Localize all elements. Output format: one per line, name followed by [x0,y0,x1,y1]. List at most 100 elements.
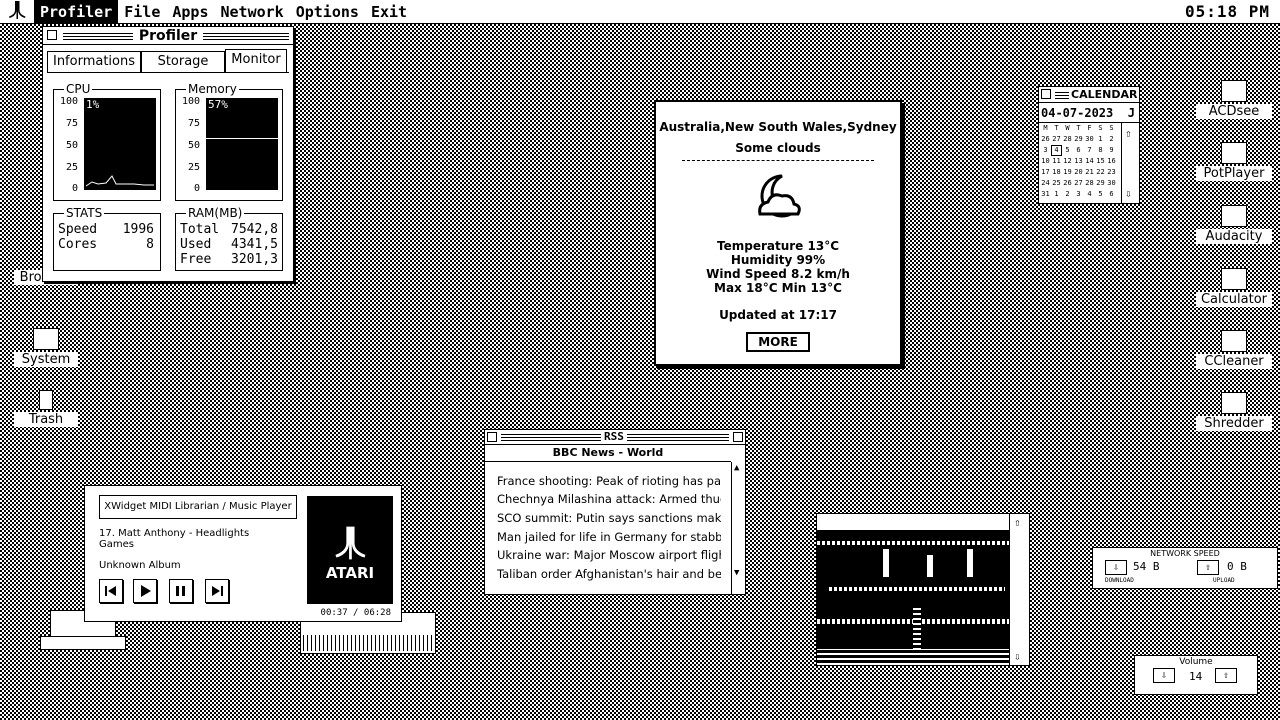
rss-item[interactable]: France shooting: Peak of rioting has pa.… [497,474,721,488]
calendar-day[interactable]: 7 [1084,145,1095,156]
rss-item[interactable]: Taliban order Afghanistan's hair and be.… [497,567,721,581]
calendar-day[interactable]: 24 [1040,178,1051,189]
game-titlebar[interactable] [817,514,1009,531]
axis-tick: 50 [65,140,78,151]
scroll-down-icon[interactable]: ▼ [734,568,739,578]
calendar-day[interactable]: 14 [1084,156,1095,167]
desktop-icon-label: Audacity [1196,229,1272,244]
rss-item[interactable]: Man jailed for life in Germany for stabb… [497,530,721,544]
calendar-day[interactable]: 15 [1095,156,1106,167]
maximize-icon[interactable] [733,432,743,442]
calendar-day[interactable]: 1 [1095,134,1106,145]
speed-value: 1996 [122,222,154,237]
desktop-icon-calculator[interactable]: Calculator [1196,268,1272,307]
play-button[interactable] [133,579,157,603]
calendar-day[interactable]: 30 [1084,134,1095,145]
calendar-day[interactable]: 1 [1051,189,1062,200]
calendar-day[interactable]: 19 [1062,167,1073,178]
rss-item[interactable]: SCO summit: Putin says sanctions makin..… [497,511,721,525]
calendar-day[interactable]: 26 [1062,178,1073,189]
tab-monitor[interactable]: Monitor [225,49,287,73]
calendar-day[interactable]: 16 [1106,156,1117,167]
calendar-day[interactable]: 5 [1095,189,1106,200]
prev-button[interactable] [99,579,123,603]
calendar-day[interactable]: 2 [1106,134,1117,145]
calendar-day[interactable]: 26 [1040,134,1051,145]
menu-options[interactable]: Options [290,0,365,24]
calendar-day[interactable]: 29 [1095,178,1106,189]
menu-file[interactable]: File [118,0,166,24]
weather-divider [682,160,874,161]
desktop-icon-system[interactable]: System [14,328,78,367]
calendar-day[interactable]: 4 [1051,145,1062,156]
game-scrollbar[interactable]: ⇧ ⇩ [1009,514,1029,665]
calendar-day[interactable]: 21 [1084,167,1095,178]
calendar-day[interactable]: 30 [1106,178,1117,189]
axis-tick: 25 [187,162,200,173]
calendar-day[interactable]: 31 [1040,189,1051,200]
download-icon: ⇩ [1105,560,1127,575]
calendar-day[interactable]: 29 [1073,134,1084,145]
scroll-down-icon[interactable]: ⇩ [1125,187,1132,200]
calendar-day[interactable]: 2 [1062,189,1073,200]
calendar-day[interactable]: 20 [1073,167,1084,178]
desktop-icon-label: System [14,352,78,367]
rss-item[interactable]: Ukraine war: Major Moscow airport fligh.… [497,548,721,562]
calendar-day[interactable]: 6 [1106,189,1117,200]
volume-down-button[interactable]: ⇩ [1153,668,1175,683]
calendar-day[interactable]: 6 [1073,145,1084,156]
rss-titlebar[interactable]: RSS [485,430,745,445]
calendar-day[interactable]: 4 [1084,189,1095,200]
calendar-titlebar[interactable]: CALENDAR [1039,87,1140,103]
menu-exit[interactable]: Exit [365,0,413,24]
atari-logo-icon[interactable] [0,0,34,24]
menu-profiler[interactable]: Profiler [34,0,119,24]
calendar-day[interactable]: 27 [1051,134,1062,145]
volume-up-button[interactable]: ⇧ [1215,668,1237,683]
profiler-titlebar[interactable]: Profiler [43,27,293,45]
scroll-up-icon[interactable]: ▲ [734,463,739,473]
calendar-day[interactable]: 27 [1073,178,1084,189]
calendar-day[interactable]: 18 [1051,167,1062,178]
tab-storage[interactable]: Storage [141,51,225,73]
calendar-day[interactable]: 5 [1062,145,1073,156]
calendar-widget: CALENDAR 04-07-2023 J M T W T F S S 26 27 28 29 30 1… [1038,86,1140,204]
next-button[interactable] [205,579,229,603]
scroll-down-icon[interactable]: ⇩ [1014,650,1021,663]
menu-apps[interactable]: Apps [166,0,214,24]
weekday-label: S [1098,124,1103,132]
desktop-icon-shredder[interactable]: Shredder [1196,392,1272,431]
rss-item[interactable]: Chechnya Milashina attack: Armed thug... [497,492,721,506]
rss-scrollbar[interactable]: ▲ ▼ [731,462,745,594]
calendar-day[interactable]: 10 [1040,156,1051,167]
calendar-day[interactable]: 12 [1062,156,1073,167]
scroll-up-icon[interactable]: ⇧ [1014,516,1021,529]
calendar-day[interactable]: 25 [1051,178,1062,189]
calendar-day[interactable]: 3 [1073,189,1084,200]
calendar-day[interactable]: 9 [1106,145,1117,156]
calendar-day[interactable]: 22 [1095,167,1106,178]
close-icon[interactable] [487,432,497,442]
close-icon[interactable] [47,30,57,40]
desktop-icon-acdsee[interactable]: ACDsee [1196,80,1272,119]
calendar-day[interactable]: 23 [1106,167,1117,178]
menu-network[interactable]: Network [215,0,290,24]
desktop-icon-potplayer[interactable]: PotPlayer [1196,142,1272,181]
calendar-day[interactable]: 17 [1040,167,1051,178]
calendar-day[interactable]: 13 [1073,156,1084,167]
pause-button[interactable] [169,579,193,603]
desktop-icon-ccleaner[interactable]: CCleaner [1196,330,1272,369]
game-screen[interactable] [817,531,1009,665]
calendar-day[interactable]: 3 [1040,145,1051,156]
desktop-icon-trash[interactable]: Trash [14,390,78,427]
tab-informations[interactable]: Informations [47,51,141,73]
scroll-up-icon[interactable]: ⇧ [1125,127,1132,140]
calendar-day[interactable]: 28 [1084,178,1095,189]
close-icon[interactable] [1041,89,1051,99]
calendar-day[interactable]: 28 [1062,134,1073,145]
more-button[interactable]: MORE [746,332,810,352]
calendar-day[interactable]: 8 [1095,145,1106,156]
weather-widget: Australia,New South Wales,Sydney Some cl… [654,100,902,366]
desktop-icon-audacity[interactable]: Audacity [1196,205,1272,244]
calendar-day[interactable]: 11 [1051,156,1062,167]
